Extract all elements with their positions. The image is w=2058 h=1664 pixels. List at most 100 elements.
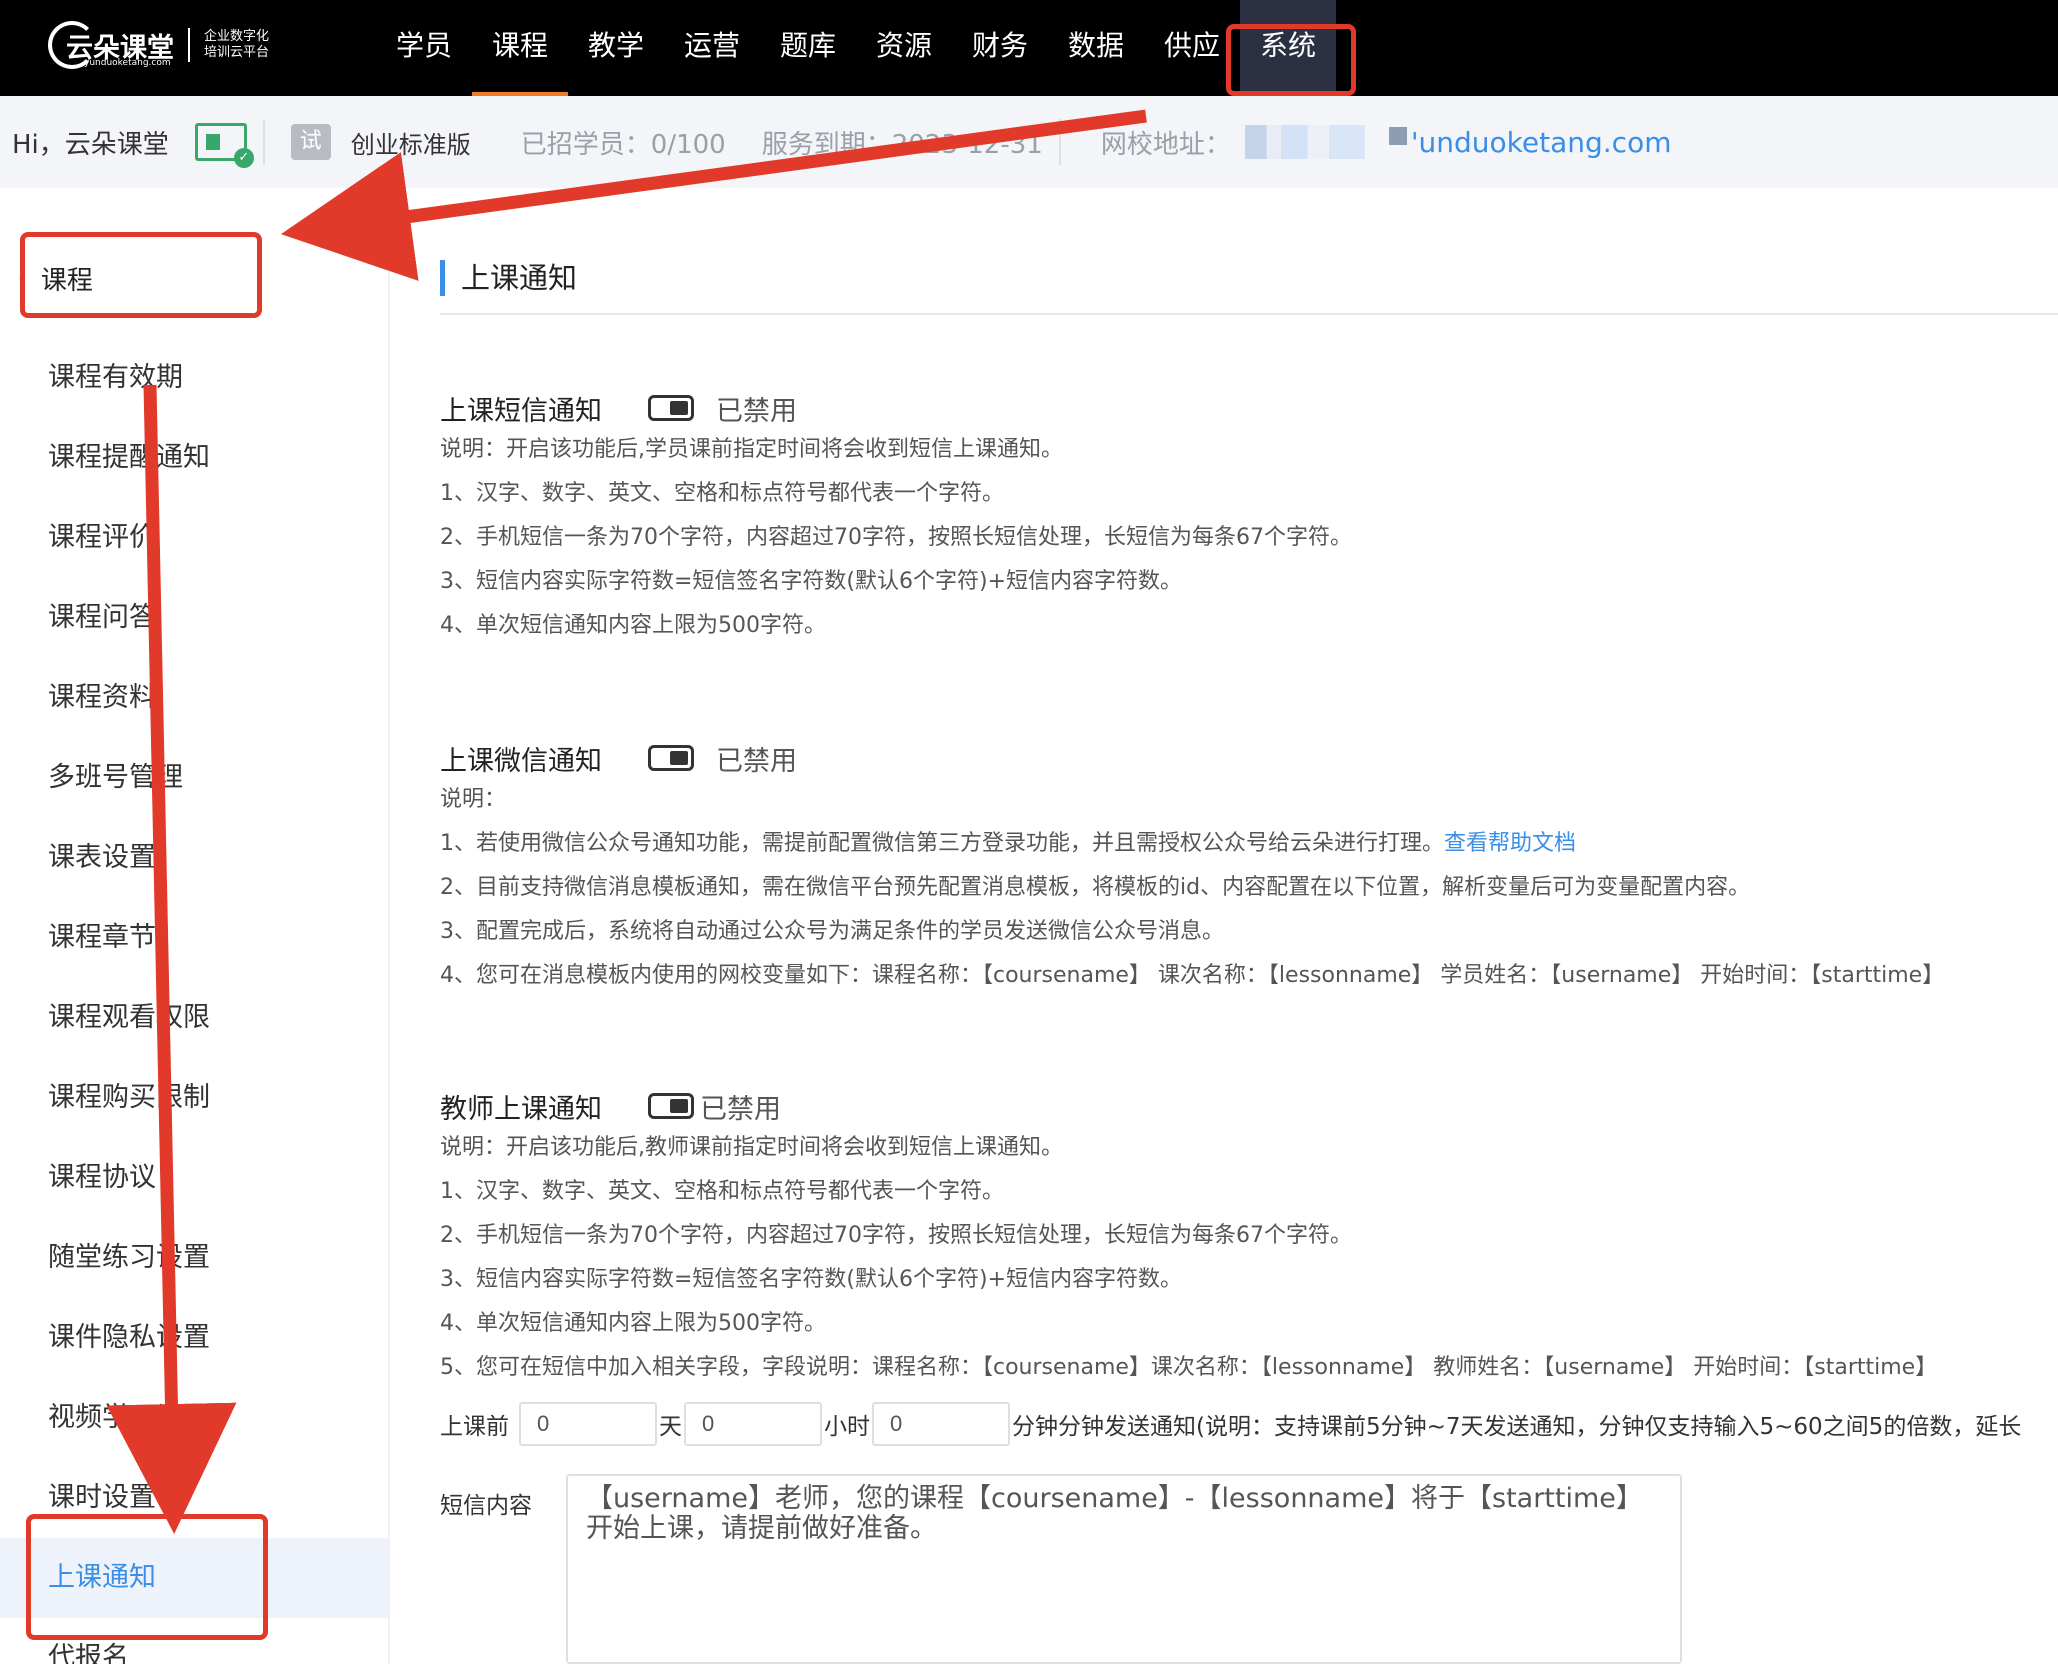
annotation-box-class-notice [26, 1514, 268, 1640]
sidebar-item-11[interactable]: 随堂练习设置 [0, 1218, 388, 1298]
teacher-desc-line: 4、单次短信通知内容上限为500字符。 [440, 1302, 2058, 1346]
sidebar-item-10[interactable]: 课程协议 [0, 1138, 388, 1218]
sidebar-item-3[interactable]: 课程问答 [0, 578, 388, 658]
main-nav: 学员 课程 教学 运营 题库 资源 财务 数据 供应 系统 [376, 0, 1336, 96]
sms-notice-description: 说明：开启该功能后,学员课前指定时间将会收到短信上课通知。 1、汉字、数字、英文、… [440, 428, 2058, 648]
slogan-line-1: 企业数字化 [204, 29, 270, 44]
teacher-desc-line: 5、您可在短信中加入相关字段，字段说明：课程名称：【coursename】课次名… [440, 1346, 2058, 1390]
settings-sidebar: ‹ 课程 课程有效期 课程提醒通知 课程评价 课程问答 课程资料 多班号管理 课表设置 课程章… [0, 188, 390, 1664]
before-class-label: 上课前 [440, 1414, 509, 1440]
teacher-desc-text: 3、短信内容实际字符数=短信签名字符数(默认6个字符)+短信内容字符数。 [440, 1267, 1183, 1292]
nav-item-0[interactable]: 学员 [376, 0, 472, 96]
sms-desc-text: 3、短信内容实际字符数=短信签名字符数(默认6个字符)+短信内容字符数。 [440, 569, 1183, 594]
sidebar-item-9[interactable]: 课程购买限制 [0, 1058, 388, 1138]
sms-desc-line: 1、汉字、数字、英文、空格和标点符号都代表一个字符。 [440, 472, 2058, 516]
enrolled-students: 已招学员：0/100 [520, 129, 726, 160]
page-title: 上课通知 [440, 260, 577, 296]
sidebar-item-4[interactable]: 课程资料 [0, 658, 388, 738]
hours-input[interactable] [684, 1402, 822, 1446]
wechat-desc-text: 3、配置完成后，系统将自动通过公众号为满足条件的学员发送微信公众号消息。 [440, 919, 1224, 944]
top-nav-bar: 云朵课堂 yunduoketang.com 企业数字化 培训云平台 学员 课程 教学… [0, 0, 2058, 96]
annotation-box-system-nav [1226, 24, 1356, 96]
wechat-desc-line: 说明： [440, 778, 2058, 822]
sms-desc-line: 4、单次短信通知内容上限为500字符。 [440, 604, 2058, 648]
sms-desc-text: 2、手机短信一条为70个字符，内容超过70字符，按照长短信处理，长短信为每条67… [440, 525, 1352, 550]
sms-content-textarea[interactable]: 【username】老师，您的课程【coursename】-【lessonnam… [566, 1474, 1682, 1664]
sms-desc-text: 1、汉字、数字、英文、空格和标点符号都代表一个字符。 [440, 481, 1004, 506]
sms-desc-line: 说明：开启该功能后,学员课前指定时间将会收到短信上课通知。 [440, 428, 2058, 472]
slogan-line-2: 培训云平台 [204, 45, 270, 60]
sms-desc-line: 2、手机短信一条为70个字符，内容超过70字符，按照长短信处理，长短信为每条67… [440, 516, 2058, 560]
sidebar-item-0[interactable]: 课程有效期 [0, 338, 388, 418]
days-input[interactable] [519, 1402, 657, 1446]
wechat-desc-text: 2、目前支持微信消息模板通知，需在微信平台预先配置消息模板，将模板的id、内容配… [440, 875, 1751, 900]
brand-slogan: 企业数字化 培训云平台 [204, 29, 269, 61]
nav-item-7[interactable]: 数据 [1048, 0, 1144, 96]
sms-notice-toggle[interactable] [648, 395, 694, 421]
wechat-desc-text: 4、您可在消息模板内使用的网校变量如下：课程名称：【coursename】 课次… [440, 963, 1945, 988]
sidebar-menu: 课程有效期 课程提醒通知 课程评价 课程问答 课程资料 多班号管理 课表设置 课程章节 课程观看… [0, 338, 388, 1664]
minutes-input[interactable] [872, 1402, 1010, 1446]
main-content: 上课通知 上课短信通知 已禁用 说明：开启该功能后,学员课前指定时间将会收到短信… [440, 188, 2058, 1664]
send-time-row: 上课前 天 小时 分钟分钟发送通知(说明：支持课前5分钟~7天发送通知，分钟仅支… [440, 1402, 2023, 1446]
sidebar-item-6[interactable]: 课表设置 [0, 818, 388, 898]
teacher-notice-section: 教师上课通知 已禁用 说明：开启该功能后,教师课前指定时间将会收到短信上课通知。… [440, 1086, 2058, 1390]
teacher-desc-text: 5、您可在短信中加入相关字段，字段说明：课程名称：【coursename】课次名… [440, 1355, 1938, 1380]
teacher-notice-status: 已禁用 [700, 1093, 781, 1125]
sidebar-item-7[interactable]: 课程章节 [0, 898, 388, 978]
wechat-notice-title: 上课微信通知 [440, 745, 602, 777]
nav-item-3[interactable]: 运营 [664, 0, 760, 96]
sidebar-item-13[interactable]: 视频学习设置 [0, 1378, 388, 1458]
blurred-domain-prefix [1244, 125, 1365, 159]
wechat-desc-text: 1、若使用微信公众号通知功能，需提前配置微信第三方登录功能，并且需授权公众号给云… [440, 831, 1445, 856]
teacher-desc-text: 1、汉字、数字、英文、空格和标点符号都代表一个字符。 [440, 1179, 1004, 1204]
wechat-notice-section: 上课微信通知 已禁用 说明： 1、若使用微信公众号通知功能，需提前配置微信第三方登… [440, 738, 2058, 998]
wechat-desc-text: 说明： [440, 787, 507, 812]
nav-item-5[interactable]: 资源 [856, 0, 952, 96]
verified-id-card-icon[interactable] [194, 123, 254, 168]
divider [1058, 119, 1061, 165]
sms-notice-section: 上课短信通知 已禁用 说明：开启该功能后,学员课前指定时间将会收到短信上课通知。… [440, 388, 2058, 648]
sidebar-item-12[interactable]: 课件隐私设置 [0, 1298, 388, 1378]
hours-unit: 小时 [824, 1414, 870, 1440]
wechat-notice-toggle[interactable] [648, 745, 694, 771]
wechat-notice-description: 说明： 1、若使用微信公众号通知功能，需提前配置微信第三方登录功能，并且需授权公众… [440, 778, 2058, 998]
teacher-desc-text: 4、单次短信通知内容上限为500字符。 [440, 1311, 826, 1336]
divider [262, 119, 265, 165]
wechat-notice-status: 已禁用 [716, 745, 797, 777]
annotation-box-course-header [20, 232, 262, 318]
sms-desc-text: 说明：开启该功能后,学员课前指定时间将会收到短信上课通知。 [440, 437, 1063, 462]
service-expiry: 服务到期：2023-12-31 [761, 129, 1043, 160]
teacher-desc-text: 2、手机短信一条为70个字符，内容超过70字符，按照长短信处理，长短信为每条67… [440, 1223, 1352, 1248]
nav-item-4[interactable]: 题库 [760, 0, 856, 96]
nav-item-2[interactable]: 教学 [568, 0, 664, 96]
sidebar-item-5[interactable]: 多班号管理 [0, 738, 388, 818]
brand-domain: yunduoketang.com [84, 58, 171, 68]
teacher-desc-line: 3、短信内容实际字符数=短信签名字符数(默认6个字符)+短信内容字符数。 [440, 1258, 2058, 1302]
nav-item-6[interactable]: 财务 [952, 0, 1048, 96]
sms-content-label: 短信内容 [440, 1493, 532, 1519]
sms-notice-title: 上课短信通知 [440, 395, 602, 427]
sidebar-item-1[interactable]: 课程提醒通知 [0, 418, 388, 498]
sms-content-row: 短信内容 【username】老师，您的课程【coursename】-【less… [440, 1474, 1682, 1664]
teacher-notice-description: 说明：开启该功能后,教师课前指定时间将会收到短信上课通知。 1、汉字、数字、英文、… [440, 1126, 2058, 1390]
sidebar-item-2[interactable]: 课程评价 [0, 498, 388, 578]
trial-badge: 试 [290, 124, 331, 160]
nav-item-1[interactable]: 课程 [472, 0, 568, 96]
sms-notice-status: 已禁用 [716, 395, 797, 427]
wechat-desc-line: 1、若使用微信公众号通知功能，需提前配置微信第三方登录功能，并且需授权公众号给云… [440, 822, 2058, 866]
sms-desc-line: 3、短信内容实际字符数=短信签名字符数(默认6个字符)+短信内容字符数。 [440, 560, 2058, 604]
brand-logo[interactable]: 云朵课堂 yunduoketang.com 企业数字化 培训云平台 [48, 18, 269, 72]
sidebar-item-8[interactable]: 课程观看权限 [0, 978, 388, 1058]
logo-divider [188, 28, 190, 62]
help-doc-link[interactable]: 查看帮助文档 [1444, 831, 1576, 856]
teacher-notice-toggle[interactable] [648, 1093, 694, 1119]
days-unit: 天 [659, 1414, 682, 1440]
school-address-label: 网校地址： [1100, 129, 1231, 160]
greeting: Hi，云朵课堂 [12, 129, 169, 160]
school-address-link[interactable]: 'unduoketang.com [1411, 126, 1672, 159]
teacher-notice-title: 教师上课通知 [440, 1093, 602, 1125]
wechat-desc-line: 3、配置完成后，系统将自动通过公众号为满足条件的学员发送微信公众号消息。 [440, 910, 2058, 954]
edition-label: 创业标准版 [350, 130, 471, 159]
teacher-desc-text: 说明：开启该功能后,教师课前指定时间将会收到短信上课通知。 [440, 1135, 1063, 1160]
